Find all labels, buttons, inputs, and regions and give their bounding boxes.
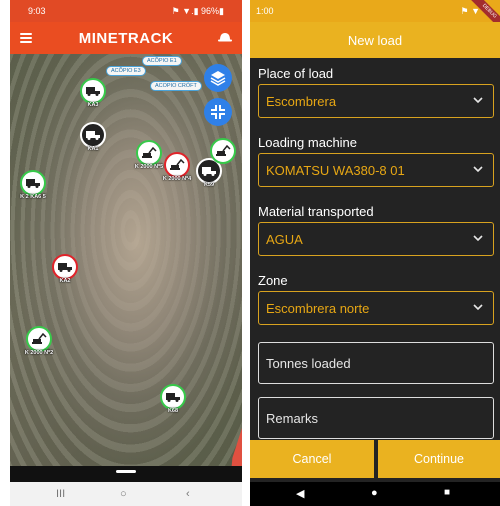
marker-label: KA2	[59, 278, 71, 284]
back-icon[interactable]: ‹	[186, 488, 190, 500]
marker-label: K 2000 Nº2	[24, 350, 54, 356]
truck-marker[interactable]: K 2 KA6 5	[20, 170, 46, 200]
marker-label: K59	[203, 182, 215, 188]
marker-label: KA1	[87, 146, 99, 152]
app-title: MINETRACK	[78, 30, 174, 47]
map-label-bubble[interactable]: ACÕPIO E1	[142, 56, 182, 66]
tonnes-placeholder: Tonnes loaded	[266, 356, 351, 371]
truck-icon	[86, 131, 100, 140]
bottom-sheet-handle[interactable]	[10, 466, 242, 482]
material-value: AGUA	[266, 232, 303, 247]
zone-value: Escombrera norte	[266, 301, 370, 316]
marker-label: K 2 KA6 5	[20, 194, 46, 200]
page-title: New load	[347, 33, 403, 48]
status-bar: 9:03 ⚑ ▼.▮ 96%▮	[10, 0, 242, 22]
excavator-icon	[216, 145, 231, 156]
map-label-bubble[interactable]: ACOPIO CRÓFT	[150, 81, 202, 91]
excavator-marker[interactable]: K 2000 Nº5	[135, 140, 163, 170]
status-time: 1:00	[256, 6, 274, 16]
chevron-down-icon	[473, 166, 483, 173]
truck-marker[interactable]: KA1	[80, 122, 106, 152]
remarks-placeholder: Remarks	[266, 411, 319, 426]
material-dropdown[interactable]: AGUA	[258, 222, 494, 256]
excavator-icon	[142, 147, 157, 158]
app-bar: MINETRACK	[10, 22, 242, 54]
place-label: Place of load	[258, 66, 334, 81]
home-icon[interactable]: ○	[120, 488, 127, 500]
machine-label: Loading machine	[258, 135, 358, 150]
minetrack-map-screen: 9:03 ⚑ ▼.▮ 96%▮ MINETRACK ACÕPIO E1 ACÕP…	[10, 0, 242, 506]
truck-icon	[166, 393, 180, 402]
back-icon[interactable]: ◀	[296, 487, 304, 500]
home-icon[interactable]: ●	[371, 487, 378, 499]
excavator-marker[interactable]: K 2000 Nº4	[163, 152, 191, 182]
truck-icon	[202, 167, 216, 176]
truck-marker[interactable]: KA3	[80, 78, 106, 108]
helmet-icon[interactable]	[218, 32, 232, 42]
mine-map[interactable]: ACÕPIO E1 ACÕPIO E3 ACOPIO CRÓFT KA3 KA1…	[10, 54, 242, 506]
status-indicators: ⚑ ▼.▮ 96%▮	[171, 6, 224, 16]
excavator-marker[interactable]	[210, 138, 236, 164]
place-value: Escombrera	[266, 94, 337, 109]
excavator-icon	[32, 333, 47, 344]
zone-dropdown[interactable]: Escombrera norte	[258, 291, 494, 325]
map-label-bubble[interactable]: ACÕPIO E3	[106, 66, 146, 76]
layers-button[interactable]	[204, 64, 232, 92]
excavator-marker[interactable]: K 2000 Nº2	[25, 326, 53, 356]
new-load-screen: 1:00 ⚑ ▼ DEBUG New load Place of load Es…	[250, 0, 500, 506]
truck-marker[interactable]: KA2	[52, 254, 78, 284]
status-indicators: ⚑ ▼	[460, 6, 480, 16]
marker-label: KA3	[87, 102, 99, 108]
layers-icon	[210, 71, 226, 86]
status-time: 9:03	[28, 6, 46, 16]
material-label: Material transported	[258, 204, 374, 219]
truck-icon	[86, 87, 100, 96]
continue-button[interactable]: Continue	[378, 440, 500, 478]
marker-label: K68	[167, 408, 179, 414]
app-bar: New load	[250, 22, 500, 58]
machine-value: KOMATSU WA380-8 01	[266, 163, 405, 178]
collapse-button[interactable]	[204, 98, 232, 126]
system-nav-bar: ◀ ● ■	[250, 482, 500, 506]
collapse-icon	[211, 105, 225, 119]
remarks-input[interactable]: Remarks	[258, 397, 494, 439]
cancel-button[interactable]: Cancel	[250, 440, 374, 478]
machine-dropdown[interactable]: KOMATSU WA380-8 01	[258, 153, 494, 187]
truck-icon	[26, 179, 40, 188]
chevron-down-icon	[473, 304, 483, 311]
excavator-icon	[170, 159, 185, 170]
recents-icon[interactable]: III	[56, 488, 65, 500]
chevron-down-icon	[473, 97, 483, 104]
place-dropdown[interactable]: Escombrera	[258, 84, 494, 118]
zone-label: Zone	[258, 273, 288, 288]
system-nav-bar: III ○ ‹	[10, 482, 242, 506]
recents-icon[interactable]: ■	[444, 487, 450, 498]
tonnes-input[interactable]: Tonnes loaded	[258, 342, 494, 384]
status-bar: 1:00 ⚑ ▼ DEBUG	[250, 0, 500, 33]
truck-icon	[58, 263, 72, 272]
chevron-down-icon	[473, 235, 483, 242]
truck-marker[interactable]: K68	[160, 384, 186, 414]
